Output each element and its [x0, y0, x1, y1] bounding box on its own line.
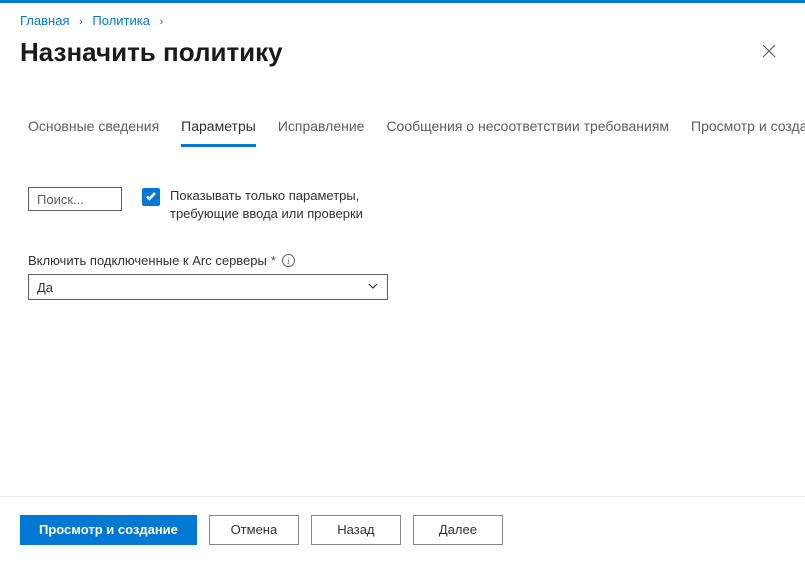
- page-header: Назначить политику: [0, 34, 805, 78]
- chevron-right-icon: ›: [73, 16, 89, 28]
- filter-checkbox-label: Показывать только параметры, требующие в…: [170, 187, 410, 223]
- arc-select-value: Да: [37, 280, 53, 295]
- breadcrumb: Главная › Политика ›: [0, 3, 805, 34]
- tab-remediation[interactable]: Исправление: [278, 112, 365, 147]
- review-create-button[interactable]: Просмотр и создание: [20, 515, 197, 545]
- filter-checkbox-wrap: Показывать только параметры, требующие в…: [142, 187, 410, 223]
- back-button[interactable]: Назад: [311, 515, 401, 545]
- close-icon: [762, 44, 776, 61]
- chevron-right-icon: ›: [154, 16, 170, 28]
- content-area: Основные сведения Параметры Исправление …: [0, 94, 805, 496]
- tab-noncompliance-messages[interactable]: Сообщения о несоответствии требованиям: [386, 112, 669, 147]
- arc-field-label-text: Включить подключенные к Arc серверы: [28, 253, 267, 268]
- next-button[interactable]: Далее: [413, 515, 503, 545]
- page-title: Назначить политику: [20, 37, 283, 68]
- arc-servers-field: Включить подключенные к Arc серверы * i …: [28, 253, 777, 300]
- arc-field-label: Включить подключенные к Arc серверы * i: [28, 253, 777, 268]
- tabs: Основные сведения Параметры Исправление …: [28, 112, 777, 147]
- tab-parameters[interactable]: Параметры: [181, 112, 256, 147]
- filter-checkbox[interactable]: [142, 188, 160, 206]
- footer-actions: Просмотр и создание Отмена Назад Далее: [0, 496, 805, 562]
- breadcrumb-link-policy[interactable]: Политика: [92, 13, 150, 28]
- tab-basics[interactable]: Основные сведения: [28, 112, 159, 147]
- filter-row: Показывать только параметры, требующие в…: [28, 187, 777, 223]
- cancel-button[interactable]: Отмена: [209, 515, 299, 545]
- search-input[interactable]: [28, 187, 122, 211]
- checkmark-icon: [145, 190, 157, 205]
- info-icon[interactable]: i: [282, 254, 295, 267]
- tab-review-create[interactable]: Просмотр и создание: [691, 112, 805, 147]
- close-button[interactable]: [753, 36, 785, 68]
- required-indicator: *: [271, 253, 276, 268]
- arc-servers-select[interactable]: Да: [28, 274, 388, 300]
- chevron-down-icon: [367, 280, 379, 295]
- breadcrumb-link-home[interactable]: Главная: [20, 13, 69, 28]
